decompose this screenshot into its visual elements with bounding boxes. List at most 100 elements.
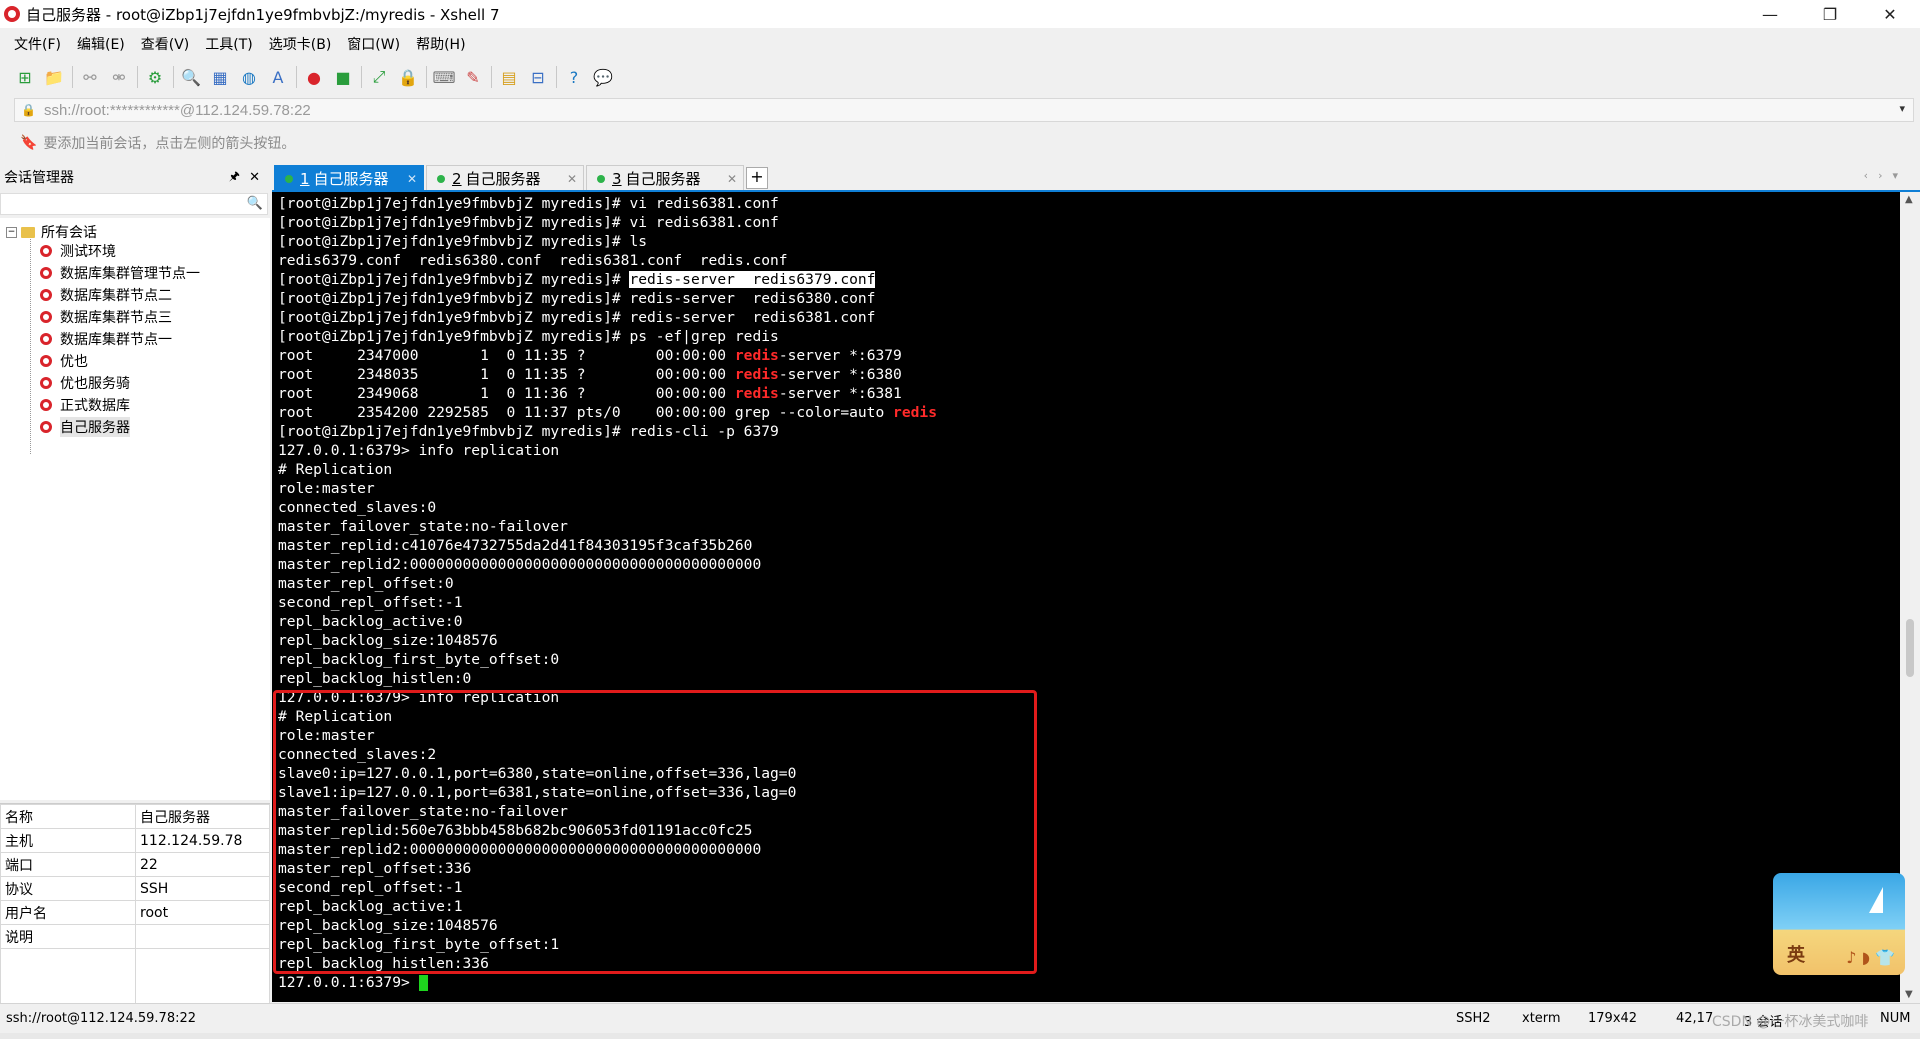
grep-match: redis xyxy=(734,347,779,364)
connect-icon[interactable]: ⚯ xyxy=(79,66,101,88)
property-key: 名称 xyxy=(0,804,136,829)
scrollbar-thumb[interactable] xyxy=(1906,619,1914,677)
tab-session-2[interactable]: 2 自己服务器 ✕ xyxy=(426,165,584,191)
highlight-icon[interactable]: ✎ xyxy=(462,66,484,88)
new-session-icon[interactable]: ⊞ xyxy=(14,66,36,88)
tab-number: 1 xyxy=(300,169,310,188)
properties-icon[interactable]: ⚙ xyxy=(144,66,166,88)
session-icon xyxy=(40,311,52,323)
property-key: 用户名 xyxy=(0,900,136,925)
menu-view[interactable]: 查看(V) xyxy=(141,34,190,54)
close-tab-icon[interactable]: ✕ xyxy=(407,172,417,186)
menu-tabs[interactable]: 选项卡(B) xyxy=(269,34,332,54)
open-folder-icon[interactable]: 📁 xyxy=(43,66,65,88)
terminal-line: [root@iZbp1j7ejfdn1ye9fmbvbjZ myredis]# … xyxy=(278,194,779,213)
session-tabs: 1 自己服务器 ✕ 2 自己服务器 ✕ 3 自己服务器 ✕ + ‹›▾ xyxy=(272,163,1920,191)
find-icon[interactable]: 🔍 xyxy=(180,66,202,88)
table-row: 主机 112.124.59.78 xyxy=(0,828,270,853)
terminal-text: root 2348035 1 0 11:35 ? 00:00:00 xyxy=(278,366,735,383)
terminal-text: root 2354200 2292585 0 11:37 pts/0 00:00… xyxy=(278,404,894,421)
help-icon[interactable]: ? xyxy=(563,66,585,88)
session-item[interactable]: 数据库集群节点三 xyxy=(40,306,172,328)
status-term: xterm xyxy=(1522,1011,1561,1026)
tab-session-3[interactable]: 3 自己服务器 ✕ xyxy=(586,165,744,191)
font-icon[interactable]: A xyxy=(267,66,289,88)
layout-icon[interactable]: ▦ xyxy=(209,66,231,88)
terminal-text: [root@iZbp1j7ejfdn1ye9fmbvbjZ myredis]# … xyxy=(278,195,779,212)
close-tab-icon[interactable]: ✕ xyxy=(727,172,737,186)
session-item[interactable]: 测试环境 xyxy=(40,240,116,262)
annotation-highlight-box xyxy=(273,690,1037,974)
scroll-up-icon[interactable]: ▲ xyxy=(1905,194,1913,205)
session-item[interactable]: 数据库集群管理节点一 xyxy=(40,262,200,284)
lock-icon[interactable]: 🔒 xyxy=(397,66,419,88)
terminal-text: [root@iZbp1j7ejfdn1ye9fmbvbjZ myredis]# … xyxy=(278,233,648,250)
table-row xyxy=(0,948,270,1010)
sailboat-icon xyxy=(1869,887,1883,913)
tab-scroll-arrows-icon[interactable]: ‹›▾ xyxy=(1864,169,1908,182)
menu-help[interactable]: 帮助(H) xyxy=(416,34,465,54)
terminal-text: [root@iZbp1j7ejfdn1ye9fmbvbjZ myredis]# … xyxy=(278,423,779,440)
address-input[interactable] xyxy=(41,100,1846,120)
address-dropdown-icon[interactable]: ▾ xyxy=(1899,102,1905,115)
close-panel-icon[interactable]: ✕ xyxy=(249,170,260,185)
fullscreen-icon[interactable]: ⤢ xyxy=(368,66,390,88)
add-tab-button[interactable]: + xyxy=(746,167,768,189)
restore-button[interactable]: ❐ xyxy=(1800,0,1860,28)
session-item[interactable]: 正式数据库 xyxy=(40,394,130,416)
property-value: 112.124.59.78 xyxy=(135,828,270,853)
keyboard-icon[interactable]: ⌨ xyxy=(432,66,455,88)
watermark: CSDN @一杯冰美式咖啡 xyxy=(1712,1014,1869,1030)
status-address: ssh://root@112.124.59.78:22 xyxy=(6,1011,197,1026)
terminal-text: [root@iZbp1j7ejfdn1ye9fmbvbjZ myredis]# … xyxy=(278,290,876,307)
session-label: 数据库集群节点一 xyxy=(60,332,172,348)
minimize-button[interactable]: — xyxy=(1740,0,1800,28)
session-label: 数据库集群管理节点一 xyxy=(60,266,200,282)
session-icon xyxy=(40,245,52,257)
session-item[interactable]: 优也服务骑 xyxy=(40,372,130,394)
session-item[interactable]: 数据库集群节点一 xyxy=(40,328,172,350)
collapse-icon[interactable]: − xyxy=(6,226,17,238)
connected-status-icon xyxy=(437,174,445,183)
tree-root-all-sessions[interactable]: − 所有会话 xyxy=(6,222,97,242)
terminal-line: [root@iZbp1j7ejfdn1ye9fmbvbjZ myredis]# … xyxy=(278,213,779,232)
chat-icon[interactable]: 💬 xyxy=(592,66,614,88)
pin-icon[interactable]: 🖈 xyxy=(229,167,240,188)
bookmark-icon[interactable]: 🔖 xyxy=(20,135,37,151)
property-key: 端口 xyxy=(0,852,136,877)
menu-window[interactable]: 窗口(W) xyxy=(347,34,400,54)
session-item-selected[interactable]: 自己服务器 xyxy=(40,416,130,438)
menu-file[interactable]: 文件(F) xyxy=(14,34,61,54)
connected-status-icon xyxy=(285,174,293,183)
session-search-input[interactable]: 🔍 xyxy=(0,193,268,215)
xshell-icon[interactable]: ● xyxy=(303,66,325,88)
tab-session-1[interactable]: 1 自己服务器 ✕ xyxy=(274,165,424,191)
session-item[interactable]: 数据库集群节点二 xyxy=(40,284,172,306)
process-port: -server *:6379 xyxy=(778,347,902,364)
tab-label: 自己服务器 xyxy=(625,170,701,188)
property-value: root xyxy=(135,900,270,925)
window-bottom-edge xyxy=(0,1033,1920,1039)
scroll-down-icon[interactable]: ▼ xyxy=(1905,989,1913,1000)
toolbar-divider xyxy=(361,66,362,88)
process-port: -server *:6381 xyxy=(778,385,902,402)
toolbar-divider xyxy=(173,66,174,88)
menu-tools[interactable]: 工具(T) xyxy=(205,34,252,54)
tree-guide-line xyxy=(30,234,32,454)
table-row: 端口 22 xyxy=(0,852,270,877)
disconnect-icon[interactable]: ⚮ xyxy=(108,66,130,88)
close-tab-icon[interactable]: ✕ xyxy=(567,172,577,186)
close-window-button[interactable]: ✕ xyxy=(1860,0,1920,28)
session-item[interactable]: 优也 xyxy=(40,350,88,372)
terminal-line: [root@iZbp1j7ejfdn1ye9fmbvbjZ myredis]# … xyxy=(278,327,779,346)
tile-icon[interactable]: ⊟ xyxy=(527,66,549,88)
toolbar-divider xyxy=(556,66,557,88)
menu-edit[interactable]: 编辑(E) xyxy=(77,34,125,54)
terminal-text: repl_backlog_histlen:0 xyxy=(278,670,472,687)
xftp-icon[interactable]: ■ xyxy=(332,66,354,88)
tab-label: 自己服务器 xyxy=(465,170,541,188)
globe-icon[interactable]: ◍ xyxy=(238,66,260,88)
script-icon[interactable]: ▤ xyxy=(498,66,520,88)
terminal-line: role:master xyxy=(278,479,375,498)
ime-widget[interactable]: 英 ♪ ◗ 👕 xyxy=(1773,873,1905,975)
